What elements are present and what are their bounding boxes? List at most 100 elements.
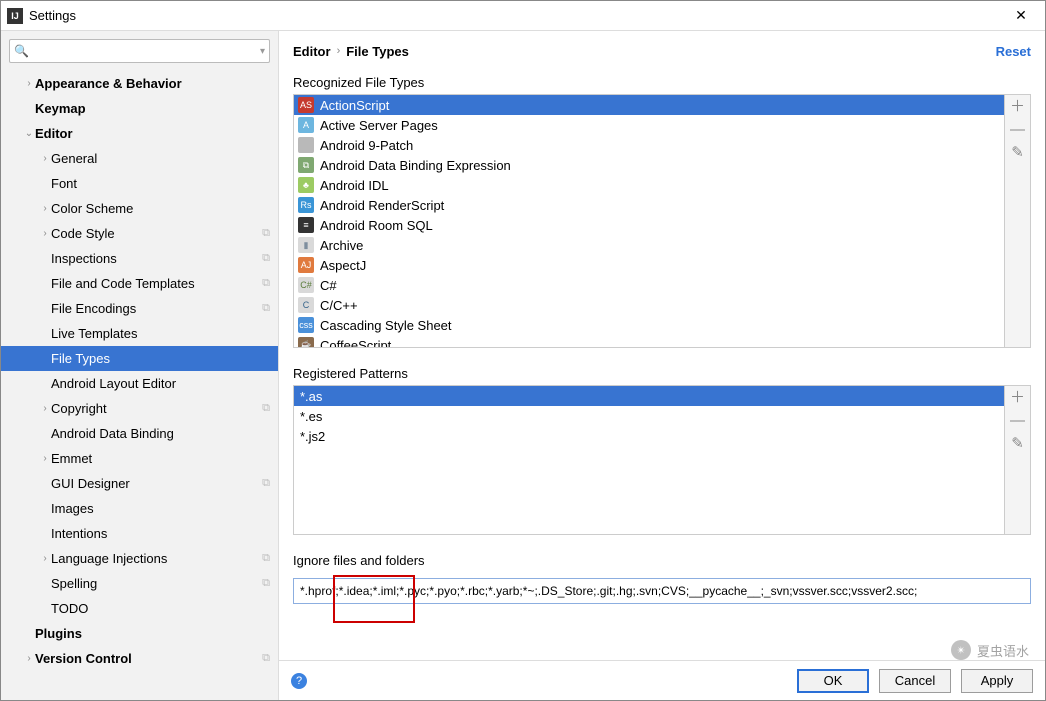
chevron-right-icon[interactable]: ›: [39, 203, 51, 214]
tree-item-code-style[interactable]: ›Code Style⧉: [1, 221, 278, 246]
pattern-row[interactable]: *.js2: [294, 426, 1004, 446]
tree-item-gui-designer[interactable]: GUI Designer⧉: [1, 471, 278, 496]
file-type-label: Cascading Style Sheet: [320, 318, 452, 333]
file-type-label: Android 9-Patch: [320, 138, 413, 153]
registered-patterns-label: Registered Patterns: [293, 366, 1031, 381]
chevron-right-icon[interactable]: ›: [23, 78, 35, 89]
file-type-row[interactable]: ▮Archive: [294, 235, 1004, 255]
remove-button[interactable]: —: [1010, 413, 1025, 428]
tree-item-label: General: [51, 151, 270, 166]
tree-item-font[interactable]: Font: [1, 171, 278, 196]
patterns-list[interactable]: *.as *.es *.js2: [294, 386, 1004, 534]
tree-item-live-templates[interactable]: Live Templates: [1, 321, 278, 346]
file-type-row[interactable]: C#C#: [294, 275, 1004, 295]
settings-tree[interactable]: ›Appearance & BehaviorKeymap⌄Editor›Gene…: [1, 71, 278, 700]
tree-item-file-types[interactable]: File Types: [1, 346, 278, 371]
file-type-icon: ⧉: [298, 157, 314, 173]
copy-profile-icon: ⧉: [262, 277, 270, 290]
file-type-label: Active Server Pages: [320, 118, 438, 133]
file-type-row[interactable]: AJAspectJ: [294, 255, 1004, 275]
tree-item-label: Android Data Binding: [51, 426, 270, 441]
tree-item-copyright[interactable]: ›Copyright⧉: [1, 396, 278, 421]
file-types-list[interactable]: ASActionScriptAActive Server Pages Androi…: [294, 95, 1004, 347]
tree-item-language-injections[interactable]: ›Language Injections⧉: [1, 546, 278, 571]
tree-item-label: Font: [51, 176, 270, 191]
app-icon: IJ: [7, 8, 23, 24]
chevron-down-icon[interactable]: ⌄: [23, 128, 35, 139]
tree-item-label: File Encodings: [51, 301, 262, 316]
pattern-label: *.es: [300, 409, 322, 424]
add-button[interactable]: ＋: [1010, 99, 1025, 114]
file-type-icon: ♣: [298, 177, 314, 193]
file-type-row[interactable]: ⧉Android Data Binding Expression: [294, 155, 1004, 175]
tree-item-android-data-binding[interactable]: Android Data Binding: [1, 421, 278, 446]
search-input-wrap[interactable]: 🔍 ▾: [9, 39, 270, 63]
remove-button[interactable]: —: [1010, 122, 1025, 137]
tree-item-editor[interactable]: ⌄Editor: [1, 121, 278, 146]
tree-item-label: Editor: [35, 126, 270, 141]
copy-profile-icon: ⧉: [262, 252, 270, 265]
file-type-row[interactable]: ☕CoffeeScript: [294, 335, 1004, 347]
tree-item-file-and-code-templates[interactable]: File and Code Templates⧉: [1, 271, 278, 296]
chevron-right-icon[interactable]: ›: [39, 153, 51, 164]
chevron-right-icon: ›: [337, 45, 341, 57]
pattern-label: *.js2: [300, 429, 325, 444]
file-type-icon: css: [298, 317, 314, 333]
cancel-button[interactable]: Cancel: [879, 669, 951, 693]
apply-button[interactable]: Apply: [961, 669, 1033, 693]
file-type-row[interactable]: RsAndroid RenderScript: [294, 195, 1004, 215]
file-type-label: Android RenderScript: [320, 198, 444, 213]
tree-item-label: Live Templates: [51, 326, 270, 341]
file-type-row[interactable]: css Cascading Style Sheet: [294, 315, 1004, 335]
copy-profile-icon: ⧉: [262, 552, 270, 565]
tree-item-android-layout-editor[interactable]: Android Layout Editor: [1, 371, 278, 396]
pattern-row[interactable]: *.as: [294, 386, 1004, 406]
tree-item-images[interactable]: Images: [1, 496, 278, 521]
tree-item-file-encodings[interactable]: File Encodings⧉: [1, 296, 278, 321]
chevron-right-icon[interactable]: ›: [39, 403, 51, 414]
file-type-row[interactable]: AActive Server Pages: [294, 115, 1004, 135]
ok-button[interactable]: OK: [797, 669, 869, 693]
breadcrumb-a: Editor: [293, 44, 331, 59]
search-input[interactable]: [31, 44, 260, 58]
copy-profile-icon: ⧉: [262, 477, 270, 490]
tree-item-version-control[interactable]: ›Version Control⧉: [1, 646, 278, 671]
close-icon[interactable]: ✕: [1003, 2, 1039, 30]
tree-item-general[interactable]: ›General: [1, 146, 278, 171]
pattern-label: *.as: [300, 389, 322, 404]
tree-item-label: Images: [51, 501, 270, 516]
file-type-icon: ≡: [298, 217, 314, 233]
help-icon[interactable]: ?: [291, 673, 307, 689]
chevron-right-icon[interactable]: ›: [23, 653, 35, 664]
chevron-right-icon[interactable]: ›: [39, 553, 51, 564]
tree-item-label: Intentions: [51, 526, 270, 541]
file-type-row[interactable]: CC/C++: [294, 295, 1004, 315]
chevron-right-icon[interactable]: ›: [39, 453, 51, 464]
tree-item-label: File and Code Templates: [51, 276, 262, 291]
tree-item-appearance-behavior[interactable]: ›Appearance & Behavior: [1, 71, 278, 96]
edit-button[interactable]: ✎: [1011, 145, 1024, 160]
tree-item-label: Emmet: [51, 451, 270, 466]
file-type-icon: C#: [298, 277, 314, 293]
file-type-row[interactable]: ≡Android Room SQL: [294, 215, 1004, 235]
chevron-down-icon[interactable]: ▾: [260, 46, 265, 57]
file-type-row[interactable]: ♣Android IDL: [294, 175, 1004, 195]
file-type-row[interactable]: Android 9-Patch: [294, 135, 1004, 155]
pattern-row[interactable]: *.es: [294, 406, 1004, 426]
tree-item-todo[interactable]: TODO: [1, 596, 278, 621]
file-type-icon: ☕: [298, 337, 314, 347]
chevron-right-icon[interactable]: ›: [39, 228, 51, 239]
tree-item-inspections[interactable]: Inspections⧉: [1, 246, 278, 271]
copy-profile-icon: ⧉: [262, 652, 270, 665]
add-button[interactable]: ＋: [1010, 390, 1025, 405]
tree-item-keymap[interactable]: Keymap: [1, 96, 278, 121]
tree-item-intentions[interactable]: Intentions: [1, 521, 278, 546]
tree-item-plugins[interactable]: Plugins: [1, 621, 278, 646]
ignore-input[interactable]: [293, 578, 1031, 604]
tree-item-color-scheme[interactable]: ›Color Scheme: [1, 196, 278, 221]
reset-link[interactable]: Reset: [996, 44, 1031, 59]
edit-button[interactable]: ✎: [1011, 436, 1024, 451]
tree-item-spelling[interactable]: Spelling⧉: [1, 571, 278, 596]
file-type-row[interactable]: ASActionScript: [294, 95, 1004, 115]
tree-item-emmet[interactable]: ›Emmet: [1, 446, 278, 471]
